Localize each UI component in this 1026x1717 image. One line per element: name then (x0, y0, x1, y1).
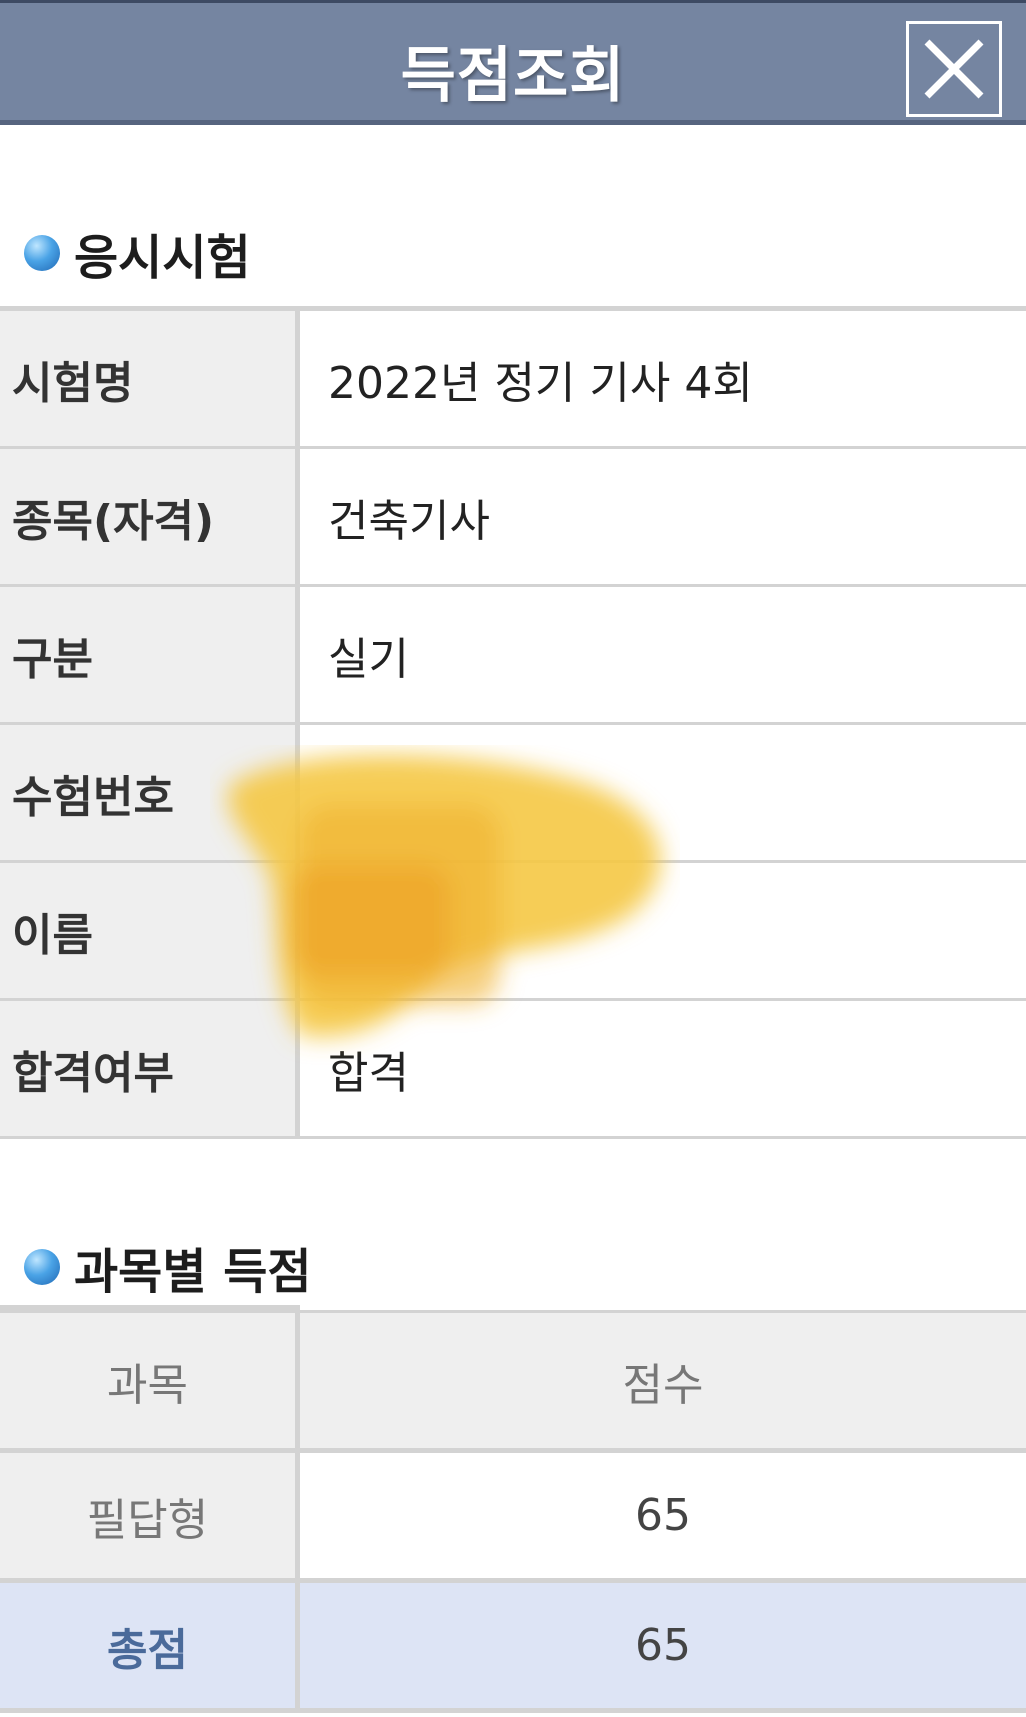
row-label: 합격여부 (0, 1001, 300, 1136)
bullet-icon (24, 235, 60, 271)
score-column-header: 점수 (300, 1313, 1026, 1448)
row-value: 합격 (328, 1047, 409, 1099)
total-row: 총점 65 (0, 1583, 1026, 1713)
table-row: 수험번호 (0, 725, 1026, 863)
bullet-icon (24, 1249, 60, 1285)
score-section-title: 과목별 득점 (74, 1244, 312, 1300)
row-value (300, 863, 1026, 998)
table-row: 합격여부 합격 (0, 1001, 1026, 1139)
table-row: 이름 (0, 863, 1026, 1001)
exam-section-title: 응시시험 (74, 230, 251, 286)
table-row: 시험명 2022년 정기 기사 4회 (0, 311, 1026, 449)
header-divider (0, 1305, 300, 1310)
row-value: 2022년 정기 기사 4회 (328, 357, 753, 409)
row-label: 수험번호 (0, 725, 300, 860)
exam-section-heading: 응시시험 (24, 218, 251, 288)
row-label: 이름 (0, 863, 300, 998)
close-button[interactable] (906, 21, 1002, 117)
score-cell: 65 (635, 1490, 691, 1541)
title-bar: 득점조회 (0, 0, 1026, 125)
score-table: 과목 점수 필답형 65 총점 65 (0, 1305, 1026, 1713)
subject-column-header: 과목 (0, 1313, 300, 1448)
exam-info-table: 시험명 2022년 정기 기사 4회 종목(자격) 건축기사 구분 실기 수험번… (0, 306, 1026, 1139)
total-label: 총점 (0, 1583, 300, 1708)
total-score: 65 (300, 1583, 1026, 1708)
row-value: 실기 (328, 633, 409, 685)
table-row: 종목(자격) 건축기사 (0, 449, 1026, 587)
table-row: 필답형 65 (0, 1453, 1026, 1583)
row-label: 종목(자격) (0, 449, 300, 584)
table-row: 구분 실기 (0, 587, 1026, 725)
page-title: 득점조회 (400, 41, 626, 111)
score-section-heading: 과목별 득점 (24, 1232, 312, 1302)
row-value: 건축기사 (328, 495, 490, 547)
row-label: 시험명 (0, 311, 300, 446)
row-value (300, 725, 1026, 860)
subject-cell: 필답형 (0, 1453, 300, 1578)
close-icon (924, 39, 984, 99)
table-header-row: 과목 점수 (0, 1310, 1026, 1453)
row-label: 구분 (0, 587, 300, 722)
